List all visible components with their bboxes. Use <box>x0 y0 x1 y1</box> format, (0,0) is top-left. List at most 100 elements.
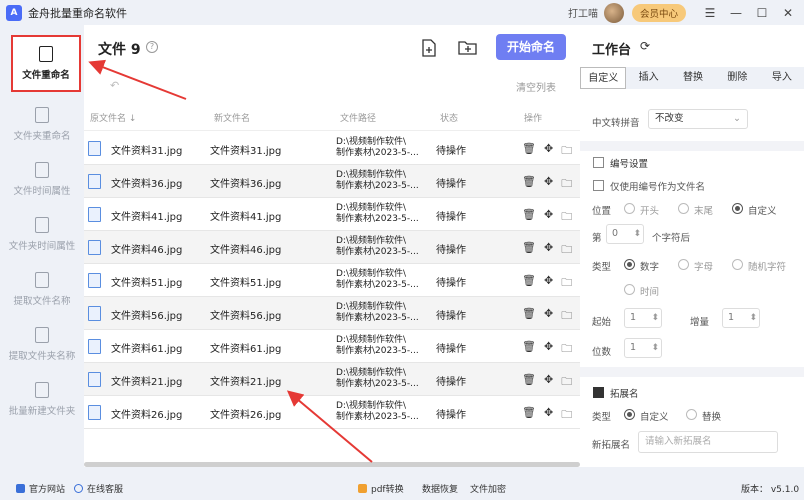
move-icon[interactable]: ✥ <box>544 175 553 194</box>
open-folder-icon[interactable]: 🗀 <box>561 340 572 359</box>
chevron-down-icon: ⌄ <box>733 113 741 124</box>
add-file-button[interactable] <box>420 39 438 57</box>
tab-delete[interactable]: 删除 <box>715 67 759 89</box>
table-row[interactable]: 文件资料31.jpg 文件资料31.jpg D:\视频制作软件\ 制作素材\2023-… <box>84 132 580 165</box>
table-row[interactable]: 文件资料41.jpg 文件资料41.jpg D:\视频制作软件\ 制作素材\2023-… <box>84 198 580 231</box>
table-row[interactable]: 文件资料21.jpg 文件资料21.jpg D:\视频制作软件\ 制作素材\2023-… <box>84 363 580 396</box>
start-rename-button[interactable]: 开始命名 <box>496 34 566 60</box>
clear-list-button[interactable]: 清空列表 <box>516 79 556 94</box>
delete-icon[interactable]: 🗑 <box>522 208 536 227</box>
table-row[interactable]: 文件资料51.jpg 文件资料51.jpg D:\视频制作软件\ 制作素材\2023-… <box>84 264 580 297</box>
digits-stepper[interactable]: 1 <box>624 338 662 358</box>
move-icon[interactable]: ✥ <box>544 208 553 227</box>
menu-icon[interactable]: ☰ <box>700 6 720 20</box>
step-stepper[interactable]: 1 <box>722 308 760 328</box>
new-ext-label: 新拓展名 <box>592 440 631 451</box>
column-original-name[interactable]: 原文件名 ↓ <box>90 111 136 124</box>
nth-stepper[interactable]: 0 <box>606 224 644 244</box>
delete-icon[interactable]: 🗑 <box>522 142 536 161</box>
new-extension-input[interactable]: 请输入新拓展名 <box>638 431 778 453</box>
delete-icon[interactable]: 🗑 <box>522 307 536 326</box>
tab-import[interactable]: 导入 <box>760 67 804 89</box>
open-folder-icon[interactable]: 🗀 <box>561 175 572 194</box>
user-name[interactable]: 打工喵 <box>568 5 598 20</box>
tab-custom[interactable]: 自定义 <box>580 67 627 89</box>
sidebar-item-folder-time[interactable]: 文件夹时间属性 <box>0 207 84 262</box>
open-folder-icon[interactable]: 🗀 <box>561 406 572 425</box>
position-custom-radio[interactable] <box>732 203 743 214</box>
position-custom-label: 自定义 <box>748 206 777 217</box>
recovery-link[interactable]: 数据恢复 <box>422 482 458 495</box>
numbering-checkbox[interactable] <box>593 157 604 168</box>
tab-replace[interactable]: 替换 <box>671 67 715 89</box>
delete-icon[interactable]: 🗑 <box>522 175 536 194</box>
new-name-cell: 文件资料61.jpg <box>210 344 282 355</box>
avatar[interactable] <box>603 2 624 23</box>
original-name-cell: 文件资料61.jpg <box>111 344 183 355</box>
table-row[interactable]: 文件资料61.jpg 文件资料61.jpg D:\视频制作软件\ 制作素材\2023-… <box>84 330 580 363</box>
open-folder-icon[interactable]: 🗀 <box>561 142 572 161</box>
move-icon[interactable]: ✥ <box>544 406 553 425</box>
delete-icon[interactable]: 🗑 <box>522 340 536 359</box>
type-random-radio[interactable] <box>732 259 743 270</box>
type-number-radio[interactable] <box>624 259 635 270</box>
move-icon[interactable]: ✥ <box>544 241 553 260</box>
extension-checkbox[interactable] <box>593 387 604 398</box>
delete-icon[interactable]: 🗑 <box>522 406 536 425</box>
position-start-radio[interactable] <box>624 203 635 214</box>
table-row[interactable]: 文件资料36.jpg 文件资料36.jpg D:\视频制作软件\ 制作素材\2023-… <box>84 165 580 198</box>
move-icon[interactable]: ✥ <box>544 373 553 392</box>
table-row[interactable]: 文件资料26.jpg 文件资料26.jpg D:\视频制作软件\ 制作素材\2023-… <box>84 396 580 429</box>
position-end-radio[interactable] <box>678 203 689 214</box>
new-name-cell: 文件资料51.jpg <box>210 278 282 289</box>
website-link[interactable]: 官方网站 <box>16 482 65 495</box>
sidebar-item-create-folder[interactable]: 批量新建文件夹 <box>0 372 84 427</box>
close-icon[interactable]: ✕ <box>778 6 798 20</box>
pdf-link[interactable]: pdf转换 <box>358 482 404 495</box>
help-icon[interactable]: ? <box>146 41 158 53</box>
sidebar-item-file-time[interactable]: 文件时间属性 <box>0 152 84 207</box>
refresh-icon[interactable]: ⟳ <box>640 39 650 53</box>
undo-icon[interactable]: ↶ <box>110 79 119 92</box>
start-stepper[interactable]: 1 <box>624 308 662 328</box>
move-icon[interactable]: ✥ <box>544 340 553 359</box>
only-number-checkbox[interactable] <box>593 180 604 191</box>
path-line-2: 制作素材\2023-5-... <box>336 313 419 323</box>
open-folder-icon[interactable]: 🗀 <box>561 274 572 293</box>
table-row[interactable]: 文件资料46.jpg 文件资料46.jpg D:\视频制作软件\ 制作素材\2023-… <box>84 231 580 264</box>
move-icon[interactable]: ✥ <box>544 142 553 161</box>
open-folder-icon[interactable]: 🗀 <box>561 208 572 227</box>
status-cell: 待操作 <box>436 344 466 355</box>
sidebar-item-file-rename[interactable]: 文件重命名 <box>11 35 81 92</box>
vip-center-button[interactable]: 会员中心 <box>631 3 686 22</box>
open-folder-icon[interactable]: 🗀 <box>561 307 572 326</box>
ext-replace-radio[interactable] <box>686 409 697 420</box>
sidebar-item-extract-file[interactable]: 提取文件名称 <box>0 262 84 317</box>
delete-icon[interactable]: 🗑 <box>522 373 536 392</box>
move-icon[interactable]: ✥ <box>544 274 553 293</box>
type-letter-radio[interactable] <box>678 259 689 270</box>
row-actions: 🗑 ✥ 🗀 <box>522 406 572 425</box>
encrypt-link[interactable]: 文件加密 <box>470 482 506 495</box>
open-folder-icon[interactable]: 🗀 <box>561 241 572 260</box>
column-new-name: 新文件名 <box>214 114 251 124</box>
delete-icon[interactable]: 🗑 <box>522 274 536 293</box>
type-time-radio[interactable] <box>624 284 635 295</box>
sidebar-item-folder-rename[interactable]: 文件夹重命名 <box>0 97 84 152</box>
add-folder-button[interactable] <box>458 39 478 57</box>
tab-insert[interactable]: 插入 <box>626 67 670 89</box>
ext-custom-radio[interactable] <box>624 409 635 420</box>
status-cell: 待操作 <box>436 212 466 223</box>
delete-icon[interactable]: 🗑 <box>522 241 536 260</box>
minimize-icon[interactable]: — <box>726 6 746 20</box>
move-icon[interactable]: ✥ <box>544 307 553 326</box>
sidebar-item-extract-folder[interactable]: 提取文件夹名称 <box>0 317 84 372</box>
pinyin-select[interactable]: 不改变 ⌄ <box>648 109 748 129</box>
path-line-1: D:\视频制作软件\ <box>336 401 407 411</box>
main-panel: 文件 9 ? 开始命名 ↶ 清空列表 原文件名 ↓ 新文件名 文件路径 状态 操… <box>84 25 580 467</box>
table-row[interactable]: 文件资料56.jpg 文件资料56.jpg D:\视频制作软件\ 制作素材\2023-… <box>84 297 580 330</box>
maximize-icon[interactable]: ☐ <box>752 6 772 20</box>
support-link[interactable]: 在线客服 <box>74 482 123 495</box>
open-folder-icon[interactable]: 🗀 <box>561 373 572 392</box>
horizontal-scrollbar[interactable] <box>84 462 580 467</box>
